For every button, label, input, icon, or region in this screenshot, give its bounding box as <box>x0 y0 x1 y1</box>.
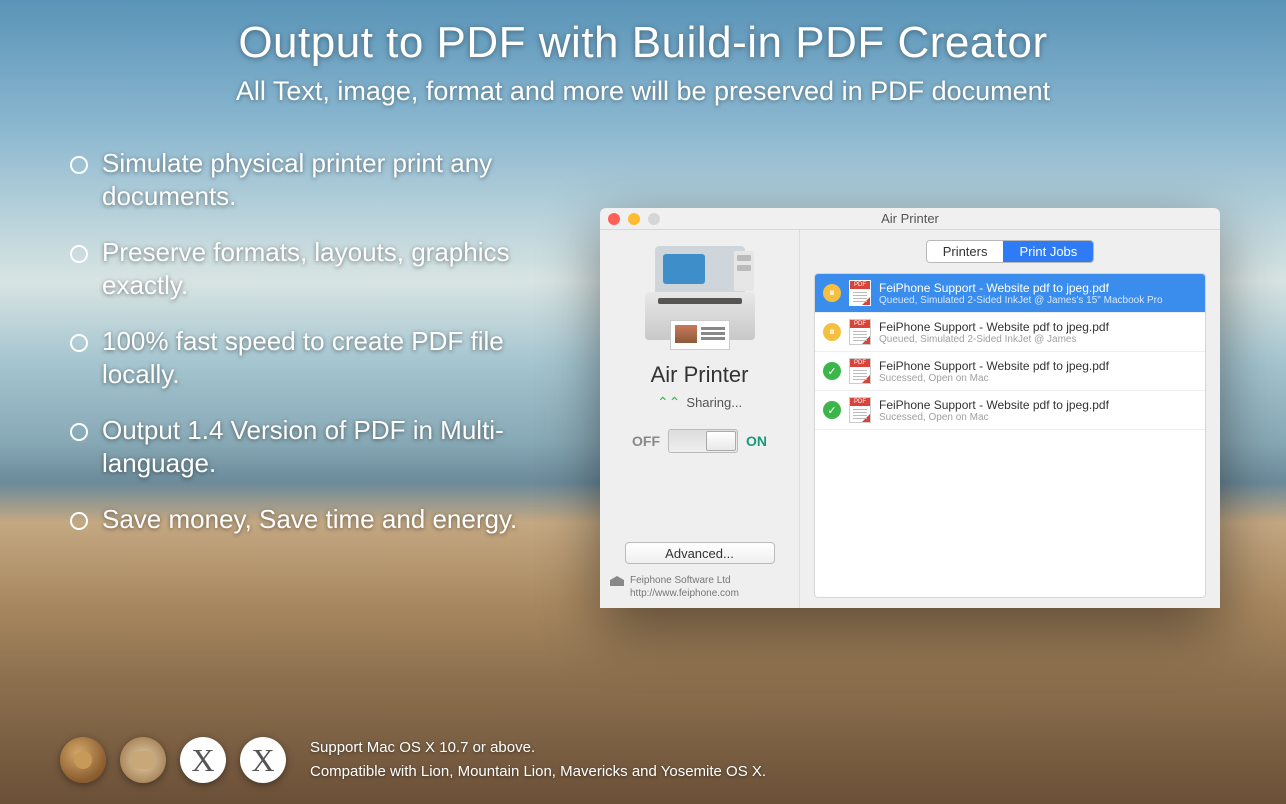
feature-list: Simulate physical printer print any docu… <box>70 147 520 536</box>
pdf-icon <box>849 319 871 345</box>
footer-text: Support Mac OS X 10.7 or above. Compatib… <box>310 736 766 784</box>
toggle-on-label: ON <box>746 433 767 449</box>
main-panel: Printers Print Jobs ⏸ FeiPhone Support - … <box>800 230 1220 608</box>
job-subtitle: Queued, Simulated 2-Sided InkJet @ James… <box>879 295 1163 306</box>
job-list: ⏸ FeiPhone Support - Website pdf to jpeg.… <box>814 273 1206 598</box>
status-queued-icon: ⏸ <box>823 323 841 341</box>
os-mavericks-icon: X <box>180 737 226 783</box>
job-item[interactable]: ⏸ FeiPhone Support - Website pdf to jpeg.… <box>815 313 1205 352</box>
sharing-label: Sharing... <box>686 395 742 410</box>
status-success-icon: ✓ <box>823 401 841 419</box>
job-title: FeiPhone Support - Website pdf to jpeg.p… <box>879 359 1109 373</box>
printer-icon <box>640 246 760 356</box>
os-lion-icon <box>60 737 106 783</box>
job-item[interactable]: ✓ FeiPhone Support - Website pdf to jpeg.… <box>815 352 1205 391</box>
status-queued-icon: ⏸ <box>823 284 841 302</box>
tab-print-jobs[interactable]: Print Jobs <box>1003 241 1093 262</box>
feature-item: Simulate physical printer print any docu… <box>70 147 520 212</box>
wifi-icon: ⌃⌃ <box>657 394 680 411</box>
job-subtitle: Queued, Simulated 2-Sided InkJet @ James <box>879 334 1109 345</box>
tab-control: Printers Print Jobs <box>926 240 1095 263</box>
app-window: Air Printer Air Printer ⌃⌃ Sharing... OF… <box>600 208 1220 608</box>
headline: Output to PDF with Build-in PDF Creator … <box>0 0 1286 107</box>
job-item[interactable]: ✓ FeiPhone Support - Website pdf to jpeg.… <box>815 391 1205 430</box>
os-yosemite-icon: X <box>240 737 286 783</box>
feature-item: Output 1.4 Version of PDF in Multi-langu… <box>70 414 520 479</box>
os-mountain-lion-icon <box>120 737 166 783</box>
footer-line1: Support Mac OS X 10.7 or above. <box>310 736 766 760</box>
status-success-icon: ✓ <box>823 362 841 380</box>
job-subtitle: Sucessed, Open on Mac <box>879 373 1109 384</box>
company-icon <box>610 576 624 586</box>
pdf-icon <box>849 280 871 306</box>
pdf-icon <box>849 358 871 384</box>
footer-line2: Compatible with Lion, Mountain Lion, Mav… <box>310 760 766 784</box>
feature-item: Preserve formats, layouts, graphics exac… <box>70 236 520 301</box>
power-toggle[interactable] <box>668 429 738 453</box>
window-title: Air Printer <box>600 211 1220 226</box>
headline-subtitle: All Text, image, format and more will be… <box>40 76 1246 107</box>
tab-printers[interactable]: Printers <box>927 241 1004 262</box>
toggle-off-label: OFF <box>632 433 660 449</box>
company-name: Feiphone Software Ltd <box>630 574 739 587</box>
footer: X X Support Mac OS X 10.7 or above. Comp… <box>60 736 766 784</box>
pdf-icon <box>849 397 871 423</box>
feature-item: Save money, Save time and energy. <box>70 503 520 536</box>
company-info: Feiphone Software Ltd http://www.feiphon… <box>610 574 789 600</box>
titlebar: Air Printer <box>600 208 1220 230</box>
feature-item: 100% fast speed to create PDF file local… <box>70 325 520 390</box>
company-url: http://www.feiphone.com <box>630 587 739 600</box>
job-item[interactable]: ⏸ FeiPhone Support - Website pdf to jpeg.… <box>815 274 1205 313</box>
job-title: FeiPhone Support - Website pdf to jpeg.p… <box>879 398 1109 412</box>
job-title: FeiPhone Support - Website pdf to jpeg.p… <box>879 281 1163 295</box>
advanced-button[interactable]: Advanced... <box>625 542 775 564</box>
headline-title: Output to PDF with Build-in PDF Creator <box>40 18 1246 68</box>
sharing-status: ⌃⌃ Sharing... <box>657 394 742 411</box>
app-name-label: Air Printer <box>651 362 749 388</box>
sidebar: Air Printer ⌃⌃ Sharing... OFF ON Advance… <box>600 230 800 608</box>
job-title: FeiPhone Support - Website pdf to jpeg.p… <box>879 320 1109 334</box>
power-toggle-row: OFF ON <box>632 429 767 453</box>
job-subtitle: Sucessed, Open on Mac <box>879 412 1109 423</box>
